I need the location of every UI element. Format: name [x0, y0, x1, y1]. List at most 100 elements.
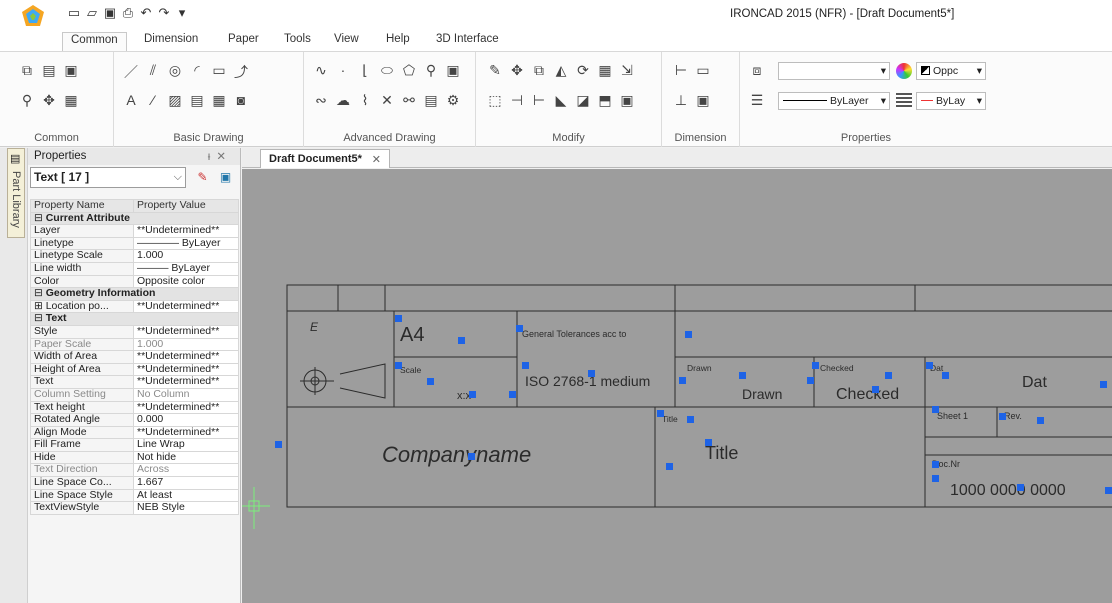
ordinate-dim-icon[interactable]: ⊥: [672, 92, 690, 109]
property-row[interactable]: Fill Frame Line Wrap: [30, 438, 239, 452]
property-value[interactable]: **Undetermined**: [133, 362, 239, 377]
tab-dimension[interactable]: Dimension: [136, 32, 206, 46]
grip[interactable]: [739, 372, 746, 379]
insert-icon[interactable]: ▣: [444, 62, 462, 79]
grip[interactable]: [395, 362, 402, 369]
grip[interactable]: [679, 377, 686, 384]
block-icon[interactable]: ▤: [188, 92, 206, 109]
spline-icon[interactable]: ∿: [312, 62, 330, 79]
brush-icon[interactable]: ✎: [486, 62, 504, 79]
polygon-icon[interactable]: ⬠: [400, 62, 418, 79]
tab-3d-interface[interactable]: 3D Interface: [428, 32, 507, 46]
property-row[interactable]: Line Space Co... 1.667: [30, 476, 239, 490]
ellipse-icon[interactable]: ⬭: [378, 62, 396, 79]
grip[interactable]: [942, 372, 949, 379]
paste-icon[interactable]: ▤: [40, 62, 58, 79]
balloon-icon[interactable]: ⚙: [444, 92, 462, 109]
property-value[interactable]: At least: [133, 488, 239, 503]
property-row[interactable]: Linetype ———— ByLayer: [30, 236, 239, 251]
pan-icon[interactable]: ✥: [40, 92, 58, 109]
parallel-line-icon[interactable]: ⫽: [144, 62, 162, 82]
tab-draft-document5[interactable]: Draft Document5* ✕: [260, 149, 390, 168]
drawing-canvas[interactable]: E A4 General Tolerances acc to Scale x:x…: [242, 169, 1112, 603]
layer-properties-icon[interactable]: ⧈: [748, 62, 766, 79]
hatch-icon[interactable]: ▨: [166, 92, 184, 109]
line-icon[interactable]: ／: [122, 62, 140, 82]
color-dropdown[interactable]: Oppc ▾: [916, 62, 986, 80]
grip[interactable]: [687, 416, 694, 423]
select-icon[interactable]: ⬚: [486, 92, 504, 109]
grip[interactable]: [932, 475, 939, 482]
property-row[interactable]: Text height **Undetermined**: [30, 400, 239, 415]
property-row[interactable]: Line Space Style At least: [30, 488, 239, 503]
property-value[interactable]: **Undetermined**: [133, 350, 239, 364]
tab-view[interactable]: View: [326, 32, 367, 46]
part-library-tab[interactable]: ▤ Part Library: [7, 148, 25, 238]
scale-icon[interactable]: ⬒: [596, 92, 614, 109]
linetype-dropdown[interactable]: ByLayer ▾: [778, 92, 890, 110]
arc-icon[interactable]: ◜: [188, 62, 206, 82]
quick-select-icon[interactable]: ✎: [193, 168, 212, 187]
move-icon[interactable]: ✥: [508, 62, 526, 79]
grip[interactable]: [885, 372, 892, 379]
property-value[interactable]: **Undetermined**: [133, 324, 239, 339]
weld-icon[interactable]: ▤: [422, 92, 440, 109]
grip[interactable]: [932, 406, 939, 413]
property-value[interactable]: 1.667: [133, 476, 239, 490]
grip[interactable]: [427, 378, 434, 385]
property-row[interactable]: Linetype Scale 1.000: [30, 249, 239, 263]
close-icon[interactable]: ✕: [372, 153, 381, 166]
properties-icon[interactable]: ▣: [62, 62, 80, 79]
grip[interactable]: [1100, 381, 1107, 388]
copy-objects-icon[interactable]: ⧉: [530, 62, 548, 79]
property-row[interactable]: Text **Undetermined**: [30, 375, 239, 389]
property-value[interactable]: Not hide: [133, 450, 239, 465]
grip[interactable]: [588, 370, 595, 377]
point-icon[interactable]: ·: [334, 62, 352, 79]
corner-icon[interactable]: ⌊: [356, 62, 374, 79]
table-icon[interactable]: ▦: [210, 92, 228, 109]
mirror-icon[interactable]: ◭: [552, 62, 570, 79]
property-category[interactable]: ⊟ Geometry Information: [30, 287, 239, 301]
circle-icon[interactable]: ◎: [166, 62, 184, 82]
grip[interactable]: [509, 391, 516, 398]
grip[interactable]: [458, 337, 465, 344]
cloud-icon[interactable]: ☁: [334, 92, 352, 109]
property-value[interactable]: 1.000: [133, 249, 239, 263]
layer-icon[interactable]: ▦: [62, 92, 80, 109]
rotate-icon[interactable]: ⟳: [574, 62, 592, 79]
grip[interactable]: [1037, 417, 1044, 424]
polyline-icon[interactable]: ⤴: [232, 62, 250, 82]
zoom-icon[interactable]: ⚲: [18, 92, 36, 109]
layer-dropdown[interactable]: ▾: [778, 62, 890, 80]
wave-icon[interactable]: ∾: [312, 92, 330, 109]
property-value[interactable]: Opposite color: [133, 274, 239, 289]
revision-icon[interactable]: ⚯: [400, 92, 418, 109]
property-value[interactable]: ———— ByLayer: [133, 236, 239, 251]
property-row[interactable]: Column Setting No Column: [30, 387, 239, 402]
property-value[interactable]: **Undetermined**: [133, 224, 239, 238]
property-row[interactable]: ⊞ Location po... **Undetermined**: [30, 299, 239, 314]
property-row[interactable]: Width of Area **Undetermined**: [30, 350, 239, 364]
tab-help[interactable]: Help: [378, 32, 418, 46]
stretch-icon[interactable]: ⇲: [618, 62, 636, 79]
collapse-icon[interactable]: ⊟: [34, 289, 46, 300]
tab-tools[interactable]: Tools: [276, 32, 319, 46]
close-panel-icon[interactable]: ✕: [216, 151, 232, 163]
grip[interactable]: [516, 325, 523, 332]
grip[interactable]: [926, 362, 933, 369]
rectangle-icon[interactable]: ▭: [210, 62, 228, 82]
centerline-icon[interactable]: ✕: [378, 92, 396, 109]
fillet-icon[interactable]: ◣: [552, 92, 570, 109]
grip[interactable]: [469, 391, 476, 398]
new-file-icon[interactable]: ▭: [66, 5, 82, 21]
linetype-icon[interactable]: [896, 93, 912, 109]
collapse-icon[interactable]: ⊟: [34, 314, 46, 325]
extend-icon[interactable]: ⊢: [530, 92, 548, 109]
image-icon[interactable]: ◙: [232, 92, 250, 109]
property-row[interactable]: Text Direction Across: [30, 463, 239, 478]
app-logo-icon[interactable]: [21, 4, 45, 28]
grip[interactable]: [999, 413, 1006, 420]
text-icon[interactable]: A: [122, 92, 140, 109]
lineweight-icon[interactable]: ☰: [748, 92, 766, 109]
